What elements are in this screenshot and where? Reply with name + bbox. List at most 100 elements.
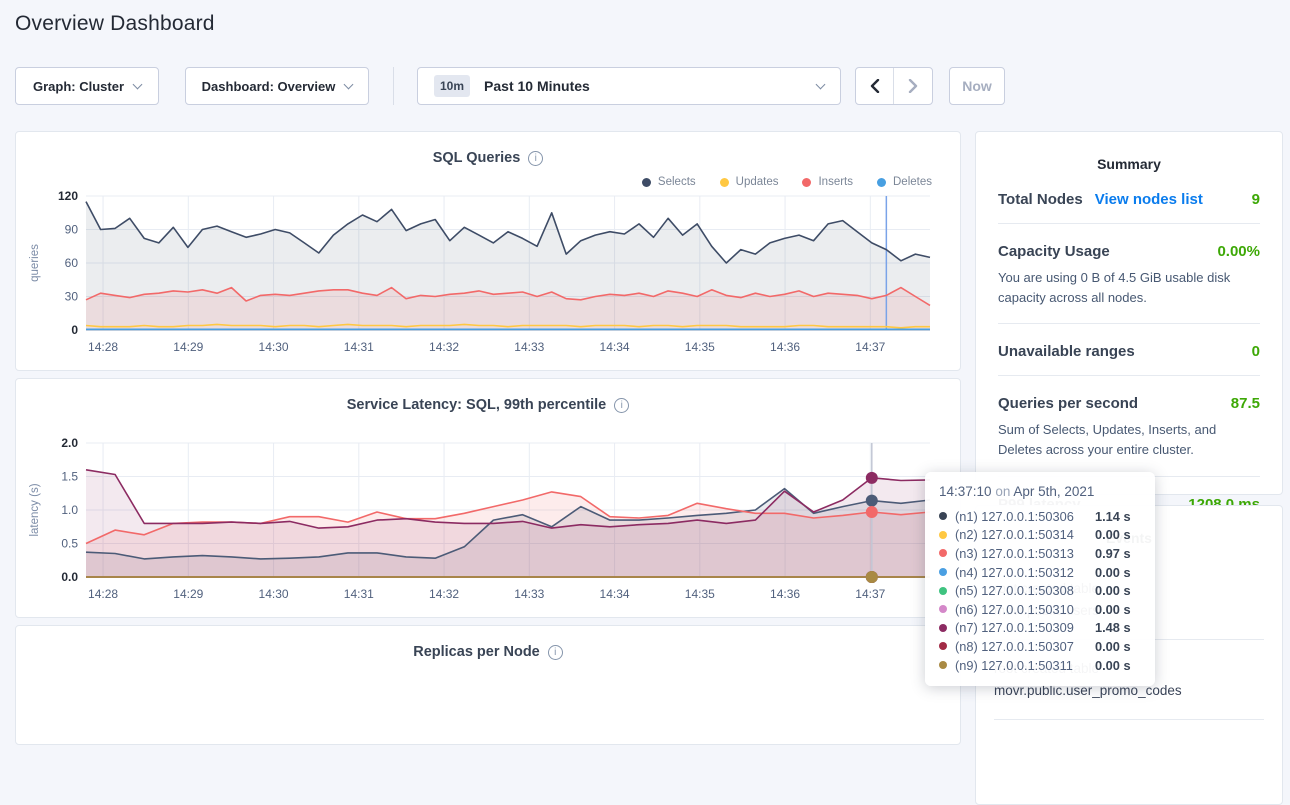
queries-per-second-label: Queries per second [998,395,1138,412]
node-latency-value: 0.00 s [1095,658,1141,673]
dashboard-dropdown[interactable]: Dashboard: Overview [185,67,369,105]
service-latency-chart[interactable]: 14:28 14:29 14:30 14:31 14:32 14:33 14:34 14:35… [24,433,954,605]
svg-text:14:35: 14:35 [685,340,715,354]
node-latency-value: 1.14 s [1095,509,1141,524]
svg-text:14:34: 14:34 [600,587,630,601]
controls-divider [393,67,394,105]
chart-title-text: SQL Queries [433,150,521,166]
svg-text:90: 90 [65,223,79,237]
node-address: (n9) 127.0.0.1:50311 [955,658,1073,673]
sql-queries-title: SQL Queries i [16,150,960,166]
service-latency-title: Service Latency: SQL, 99th percentile i [16,397,960,413]
svg-text:queries: queries [29,244,41,282]
svg-text:120: 120 [58,189,78,203]
capacity-usage-metric: Capacity Usage 0.00% You are using 0 B o… [998,224,1260,324]
svg-text:14:33: 14:33 [514,587,544,601]
svg-text:2.0: 2.0 [61,436,78,450]
time-range-dropdown[interactable]: 10m Past 10 Minutes [417,67,841,105]
svg-text:14:33: 14:33 [514,340,544,354]
prev-time-button[interactable] [856,68,894,104]
sql-queries-card: SQL Queries i SelectsUpdatesInsertsDelet… [15,131,961,371]
svg-text:0.0: 0.0 [61,570,78,584]
node-color-dot-icon [939,605,947,613]
page-title: Overview Dashboard [15,12,215,36]
time-range-label: Past 10 Minutes [484,78,590,94]
svg-text:14:29: 14:29 [173,587,203,601]
unavailable-ranges-label: Unavailable ranges [998,343,1135,360]
tooltip-timestamp: 14:37:10 on Apr 5th, 2021 [939,484,1141,499]
node-color-dot-icon [939,624,947,632]
tooltip-node-row: (n8) 127.0.0.1:503070.00 s [939,637,1141,656]
svg-text:14:31: 14:31 [344,340,374,354]
svg-text:0.5: 0.5 [61,537,78,551]
chevron-left-icon [869,79,881,93]
total-nodes-value: 9 [1252,191,1260,208]
sql-queries-chart[interactable]: 14:28 14:29 14:30 14:31 14:32 14:33 14:34 14:35… [24,186,954,358]
queries-per-second-metric: Queries per second 87.5 Sum of Selects, … [998,376,1260,476]
node-address: (n3) 127.0.0.1:50313 [955,546,1074,561]
svg-text:14:29: 14:29 [173,340,203,354]
unavailable-ranges-value: 0 [1252,343,1260,360]
capacity-usage-value: 0.00% [1217,243,1260,260]
svg-text:14:28: 14:28 [88,340,118,354]
dashboard-dropdown-label: Dashboard: Overview [202,79,336,94]
dashboard-controls: Graph: Cluster Dashboard: Overview 10m P… [15,67,1005,105]
now-button-label: Now [962,78,992,94]
replicas-per-node-card: Replicas per Node i [15,625,961,745]
svg-text:14:32: 14:32 [429,340,459,354]
node-address: (n2) 127.0.0.1:50314 [955,527,1074,542]
graph-dropdown-label: Graph: Cluster [33,79,124,94]
tooltip-node-row: (n1) 127.0.0.1:50306 1.14 s [939,507,1141,526]
svg-text:30: 30 [65,290,79,304]
tooltip-node-row: (n3) 127.0.0.1:503130.97 s [939,544,1141,563]
node-color-dot-icon [939,661,947,669]
tooltip-node-row: (n7) 127.0.0.1:503091.48 s [939,619,1141,638]
node-address: (n5) 127.0.0.1:50308 [955,583,1074,598]
svg-text:14:30: 14:30 [259,340,289,354]
view-nodes-list-link[interactable]: View nodes list [1095,191,1203,208]
tooltip-node-row: (n4) 127.0.0.1:503120.00 s [939,563,1141,582]
node-color-dot-icon [939,531,947,539]
info-icon[interactable]: i [614,398,629,413]
node-latency-value: 0.00 s [1095,602,1141,617]
graph-dropdown[interactable]: Graph: Cluster [15,67,159,105]
now-button[interactable]: Now [949,67,1005,105]
summary-panel: Summary Total Nodes View nodes list 9 Ca… [975,131,1283,495]
summary-title: Summary [976,156,1282,172]
svg-text:14:36: 14:36 [770,587,800,601]
svg-text:14:32: 14:32 [429,587,459,601]
total-nodes-metric: Total Nodes View nodes list 9 [998,172,1260,224]
unavailable-ranges-metric: Unavailable ranges 0 [998,324,1260,376]
next-time-button[interactable] [894,68,932,104]
queries-per-second-description: Sum of Selects, Updates, Inserts, and De… [998,420,1260,460]
svg-text:14:30: 14:30 [259,587,289,601]
chevron-right-icon [907,79,919,93]
time-step-buttons [855,67,933,105]
queries-per-second-value: 87.5 [1231,395,1260,412]
info-icon[interactable]: i [548,645,563,660]
node-latency-value: 0.00 s [1095,639,1141,654]
svg-text:60: 60 [65,256,79,270]
svg-text:0: 0 [71,323,78,337]
chart-hover-tooltip: 14:37:10 on Apr 5th, 2021 (n1) 127.0.0.1… [925,472,1155,686]
svg-text:1.0: 1.0 [61,503,78,517]
tooltip-node-row: (n2) 127.0.0.1:50314 0.00 s [939,526,1141,545]
svg-text:14:28: 14:28 [88,587,118,601]
svg-text:14:34: 14:34 [600,340,630,354]
capacity-usage-description: You are using 0 B of 4.5 GiB usable disk… [998,268,1260,308]
service-latency-card: Service Latency: SQL, 99th percentile i … [15,378,961,618]
node-latency-value: 0.00 s [1095,583,1141,598]
chevron-down-icon [816,79,826,89]
svg-text:14:31: 14:31 [344,587,374,601]
chevron-down-icon [133,79,143,89]
info-icon[interactable]: i [528,151,543,166]
node-color-dot-icon [939,587,947,595]
node-latency-value: 0.00 s [1095,527,1141,542]
svg-text:latency (s): latency (s) [29,483,41,536]
svg-text:14:37: 14:37 [855,587,885,601]
chevron-down-icon [344,79,354,89]
svg-text:1.5: 1.5 [61,470,78,484]
chart-title-text: Replicas per Node [413,644,540,660]
svg-text:14:35: 14:35 [685,587,715,601]
node-address: (n1) 127.0.0.1:50306 [955,509,1074,524]
